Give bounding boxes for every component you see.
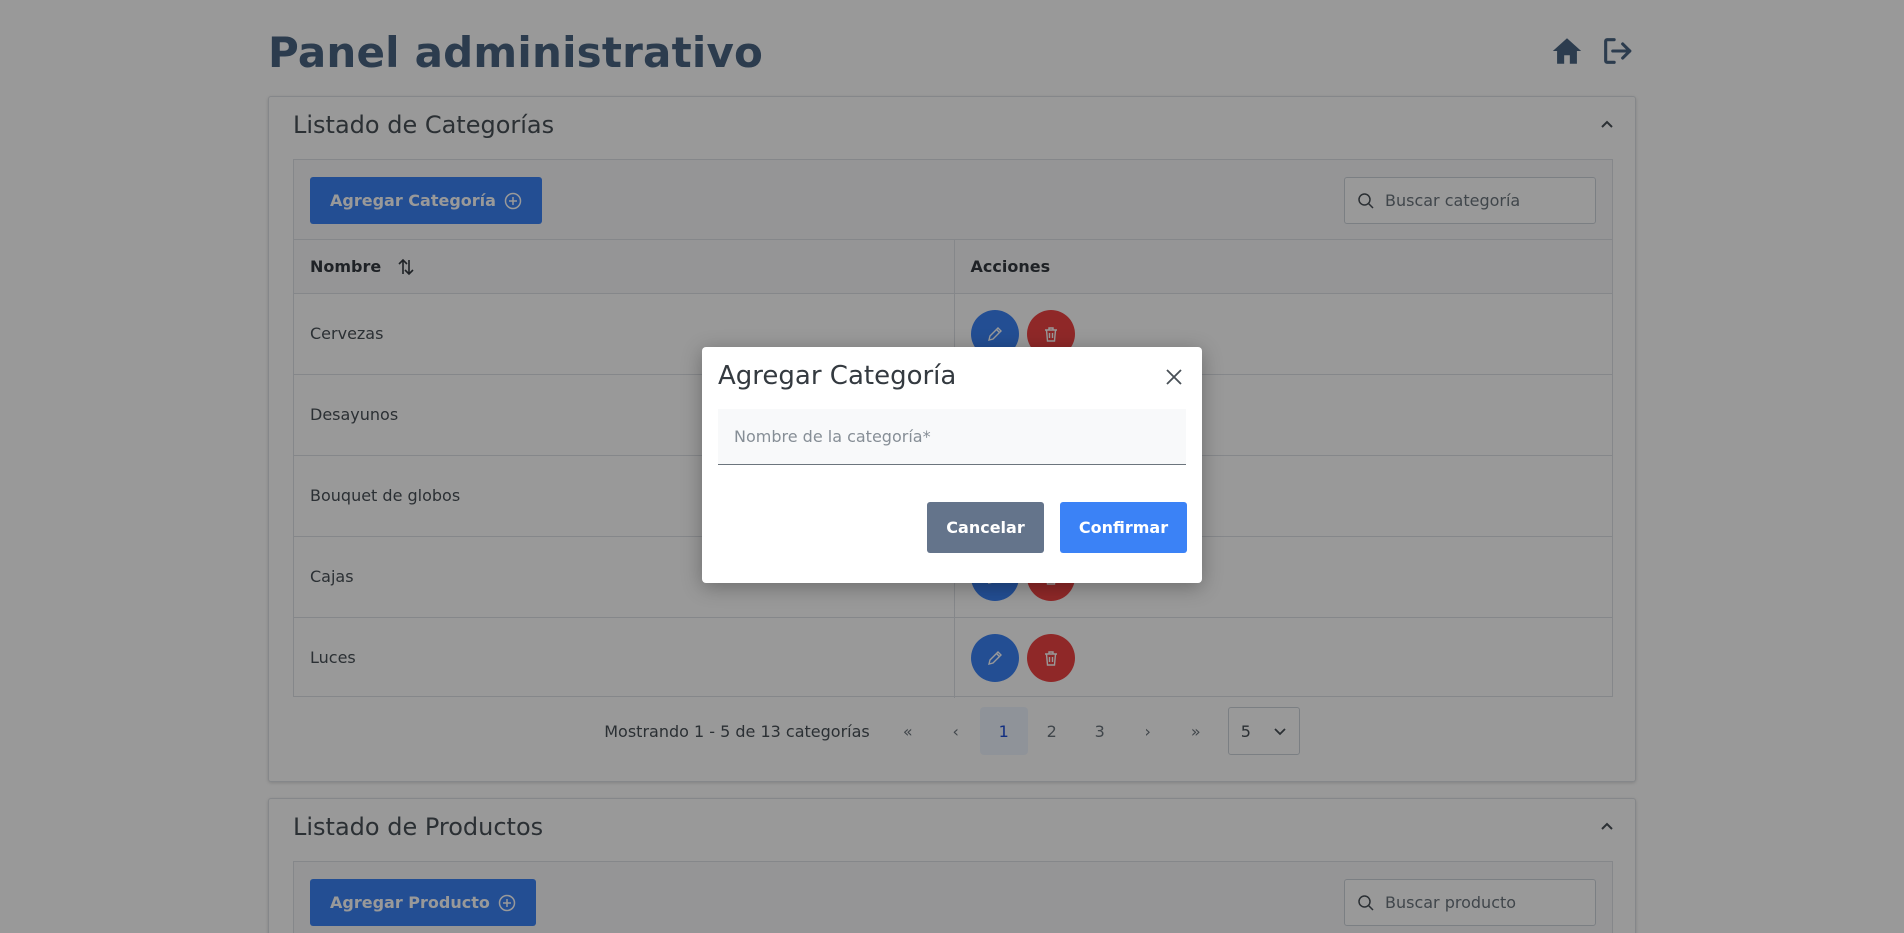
dialog-title: Agregar Categoría xyxy=(718,361,957,391)
close-icon[interactable] xyxy=(1160,363,1188,391)
cancel-button[interactable]: Cancelar xyxy=(927,502,1044,553)
confirm-button[interactable]: Confirmar xyxy=(1060,502,1187,553)
category-name-field[interactable] xyxy=(718,409,1186,465)
add-category-dialog: Agregar Categoría Cancelar Confirmar xyxy=(702,347,1202,583)
